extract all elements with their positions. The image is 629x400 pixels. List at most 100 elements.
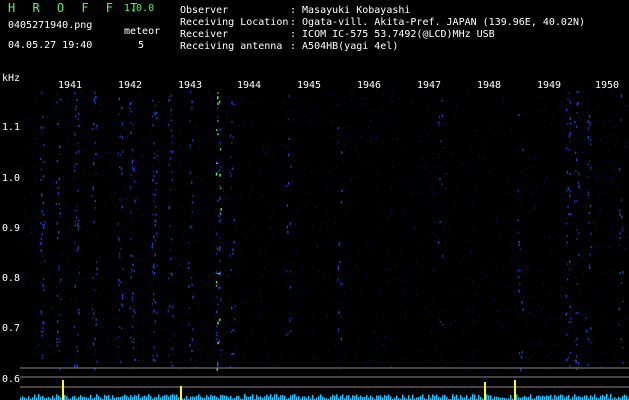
noise-dot — [351, 94, 353, 96]
noise-dot — [195, 210, 197, 212]
spectrum-dot — [171, 142, 173, 144]
spectrum-dot — [57, 122, 59, 126]
noise-dot — [546, 176, 547, 178]
noise-dot — [600, 210, 602, 211]
spectrum-dot — [588, 212, 591, 215]
noise-dot — [139, 239, 141, 241]
spectrum-dot — [216, 129, 218, 131]
noise-dot — [392, 166, 394, 168]
noise-dot — [584, 194, 586, 196]
noise-dot — [549, 236, 551, 238]
spectrum-dot — [229, 254, 231, 257]
spectrum-dot — [117, 346, 120, 348]
level-bar — [214, 395, 216, 400]
noise-dot — [524, 173, 526, 175]
spectrum-dot — [74, 224, 76, 227]
spectrum-dot — [230, 330, 232, 333]
noise-dot — [190, 109, 192, 110]
noise-dot — [124, 186, 126, 188]
noise-dot — [259, 250, 261, 252]
noise-dot — [335, 282, 337, 284]
level-bar — [546, 395, 548, 400]
noise-dot — [572, 309, 574, 311]
spectrum-dot — [129, 102, 131, 106]
noise-dot — [178, 130, 180, 132]
noise-dot — [41, 256, 43, 258]
noise-dot — [65, 205, 67, 207]
spectrum-dot — [132, 347, 135, 350]
spectrum-dot — [567, 187, 569, 191]
noise-dot — [359, 269, 361, 271]
level-bar — [104, 394, 106, 400]
noise-dot — [173, 301, 175, 303]
noise-dot — [292, 218, 294, 220]
level-bar — [558, 395, 560, 400]
noise-dot — [533, 296, 535, 298]
noise-dot — [277, 319, 279, 321]
noise-dot — [311, 332, 313, 334]
spectrum-dot — [619, 272, 621, 275]
level-bar — [602, 395, 604, 400]
noise-dot — [592, 341, 593, 343]
noise-dot — [342, 160, 344, 162]
noise-dot — [564, 117, 566, 119]
spectrum-dot — [569, 194, 571, 197]
spectrum-dot — [590, 246, 592, 249]
noise-dot — [462, 335, 464, 337]
noise-dot — [191, 178, 193, 180]
spectrum-dot — [94, 337, 96, 340]
noise-dot — [102, 155, 104, 157]
level-bar — [626, 395, 628, 400]
noise-dot — [159, 102, 161, 103]
noise-dot — [264, 341, 266, 342]
noise-dot — [554, 254, 556, 256]
spectrum-dot — [215, 281, 218, 284]
spectrum-dot — [169, 150, 172, 153]
spectrum-dot — [42, 115, 44, 119]
noise-dot — [506, 355, 507, 357]
noise-dot — [531, 208, 533, 210]
noise-dot — [191, 99, 193, 101]
spectrum-dot — [588, 160, 591, 162]
spectrum-dot — [587, 176, 589, 178]
spectrum-dot — [122, 268, 124, 271]
noise-dot — [260, 314, 262, 316]
noise-dot — [126, 197, 128, 199]
noise-dot — [415, 228, 416, 230]
noise-dot — [169, 365, 171, 367]
spectrum-dot — [220, 219, 222, 222]
noise-dot — [571, 297, 573, 299]
spectrum-dot — [590, 342, 592, 344]
spectrum-dot — [154, 219, 156, 223]
noise-dot — [475, 293, 477, 295]
spectrum-dot — [75, 105, 78, 109]
spectrum-dot — [93, 98, 96, 102]
noise-dot — [262, 195, 263, 196]
spectrum-dot — [131, 268, 133, 272]
level-bar — [108, 395, 110, 400]
spectrum-dot — [518, 240, 520, 243]
noise-dot — [366, 362, 368, 363]
noise-dot — [421, 159, 423, 160]
spectrum-dot — [131, 148, 134, 152]
noise-dot — [131, 170, 133, 172]
spectrum-dot — [117, 222, 119, 225]
noise-dot — [484, 139, 486, 140]
noise-dot — [140, 154, 142, 156]
noise-dot — [387, 216, 389, 218]
noise-dot — [72, 217, 74, 218]
noise-dot — [527, 359, 529, 361]
spectrum-dot — [566, 278, 569, 281]
spectrum-dot — [170, 361, 172, 363]
noise-dot — [76, 353, 77, 355]
spectrum-dot — [151, 303, 154, 305]
noise-dot — [579, 292, 581, 294]
noise-dot — [273, 126, 275, 128]
noise-dot — [248, 161, 250, 163]
spectrum-dot — [441, 254, 444, 258]
noise-dot — [528, 311, 529, 313]
noise-dot — [597, 327, 599, 329]
level-bar — [352, 395, 354, 400]
spectrum-dot — [41, 195, 43, 197]
noise-dot — [123, 252, 124, 254]
